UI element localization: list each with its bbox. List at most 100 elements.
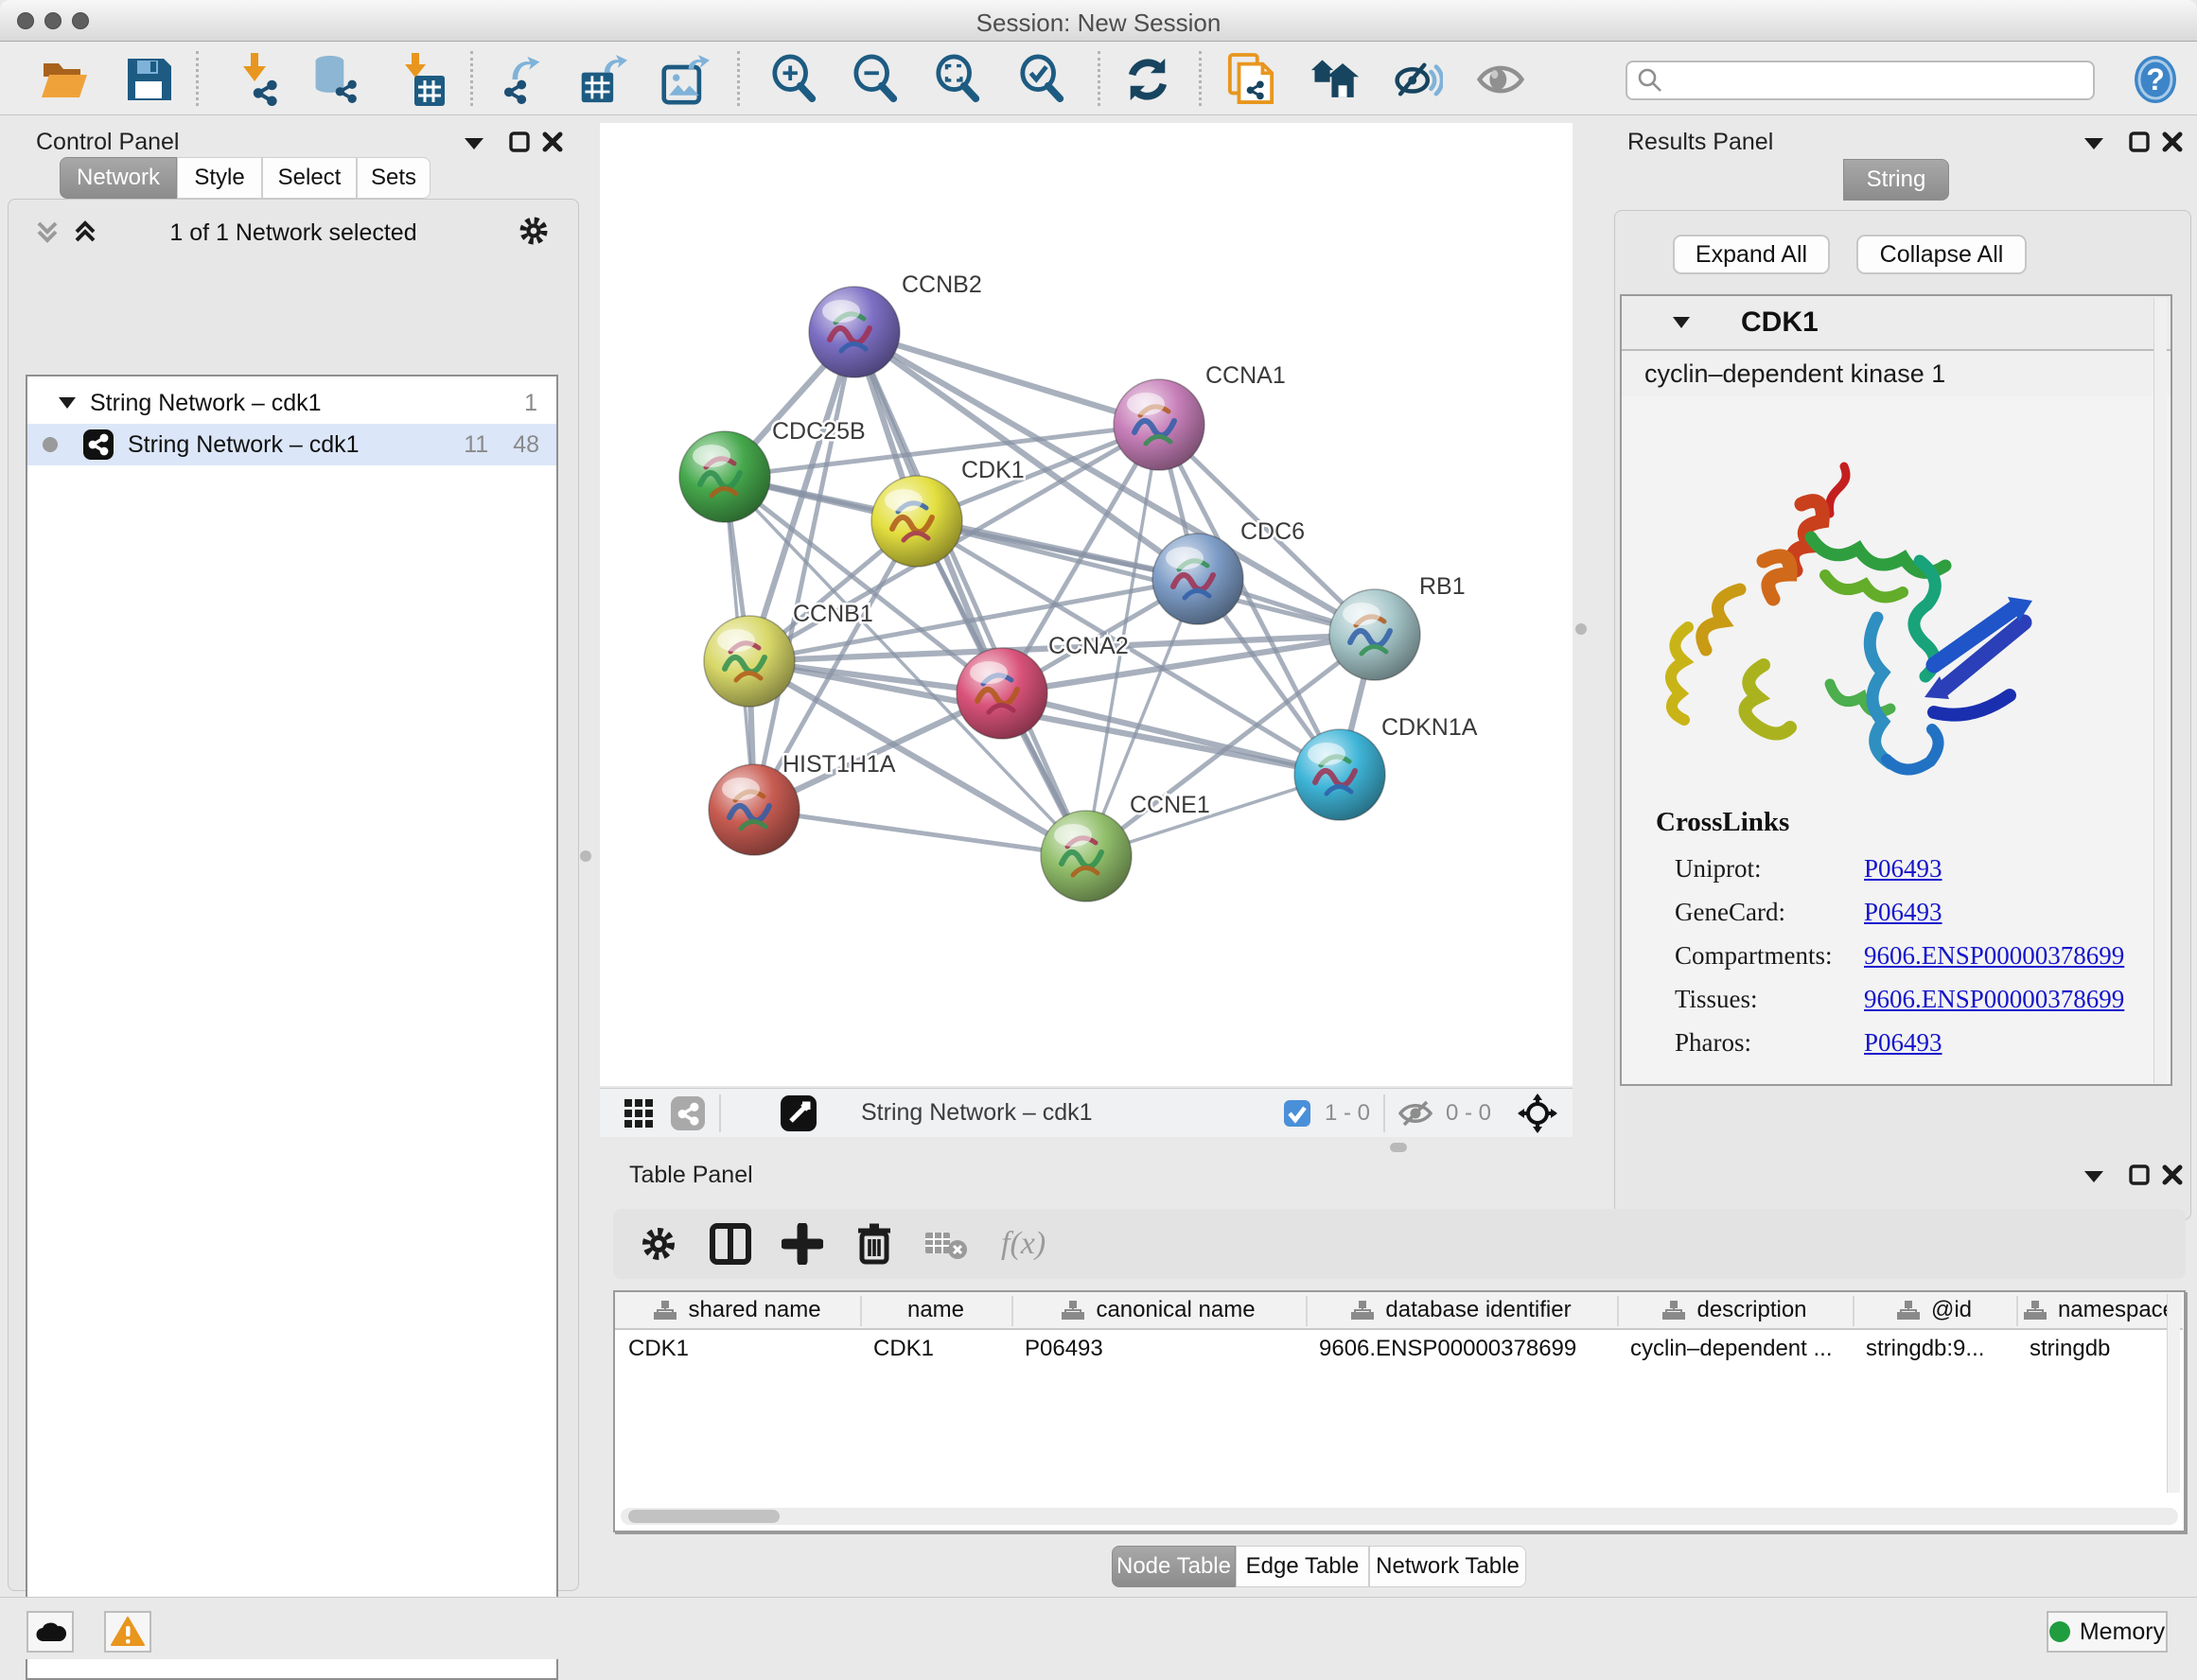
open-session-icon[interactable]	[40, 55, 89, 104]
import-network-icon[interactable]	[232, 55, 281, 104]
string-home-icon[interactable]	[1310, 55, 1360, 104]
column-separator[interactable]	[1011, 1296, 1013, 1326]
window-titlebar[interactable]: Session: New Session	[0, 0, 2197, 42]
column-header-@id[interactable]: @id	[1853, 1292, 2016, 1330]
export-image-icon[interactable]	[660, 55, 710, 104]
tab-select[interactable]: Select	[262, 157, 357, 199]
collapse-all-networks-icon[interactable]	[34, 218, 61, 246]
expand-all-button[interactable]: Expand All	[1673, 235, 1830, 274]
tab-sets[interactable]: Sets	[357, 157, 431, 199]
expand-all-networks-icon[interactable]	[72, 218, 98, 246]
birds-eye-view-icon[interactable]	[780, 1094, 817, 1132]
table-cell[interactable]: 9606.ENSP00000378699	[1306, 1330, 1617, 1368]
network-node-CCNB1[interactable]: CCNB1	[704, 601, 873, 707]
fit-content-crosshair-icon[interactable]	[1518, 1094, 1557, 1133]
memory-button[interactable]: Memory	[2047, 1611, 2168, 1653]
network-node-RB1[interactable]: RB1	[1329, 573, 1466, 680]
selected-checkbox-icon[interactable]	[1283, 1099, 1311, 1128]
column-header-database-identifier[interactable]: database identifier	[1306, 1292, 1617, 1330]
close-panel-icon[interactable]	[541, 131, 564, 153]
network-node-CCNA1[interactable]: CCNA1	[1114, 362, 1286, 470]
column-header-description[interactable]: description	[1617, 1292, 1853, 1330]
network-options-gear-icon[interactable]	[517, 214, 551, 248]
network-collection-row[interactable]: String Network – cdk1 1	[27, 382, 556, 424]
zoom-in-icon[interactable]	[770, 55, 819, 104]
network-view-share-icon[interactable]	[670, 1095, 706, 1131]
crosslink-link[interactable]: 9606.ENSP00000378699	[1864, 941, 2124, 971]
zoom-fit-icon[interactable]	[934, 55, 983, 104]
tab-edge-table[interactable]: Edge Table	[1236, 1546, 1369, 1587]
protein-card-scrollbar[interactable]	[2153, 298, 2167, 1083]
crosslink-link[interactable]: P06493	[1864, 1028, 1942, 1058]
warnings-button[interactable]	[104, 1611, 151, 1653]
float-panel-icon[interactable]	[2128, 1164, 2151, 1186]
refresh-icon[interactable]	[1123, 55, 1172, 104]
delete-table-icon[interactable]	[920, 1217, 973, 1270]
table-cell[interactable]: CDK1	[860, 1330, 1011, 1368]
tab-network[interactable]: Network	[60, 157, 177, 199]
grid-view-icon[interactable]	[623, 1097, 655, 1129]
node-table-grid[interactable]: shared namenamecanonical namedatabase id…	[613, 1290, 2186, 1532]
vertical-scrollbar[interactable]	[2167, 1294, 2180, 1493]
float-panel-icon[interactable]	[508, 131, 531, 153]
save-session-icon[interactable]	[124, 55, 173, 104]
network-node-CDC6[interactable]: CDC6	[1152, 518, 1305, 624]
column-separator[interactable]	[2016, 1296, 2018, 1326]
float-panel-icon[interactable]	[2128, 131, 2151, 153]
column-separator[interactable]	[1617, 1296, 1619, 1326]
crosslink-link[interactable]: 9606.ENSP00000378699	[1864, 985, 2124, 1014]
column-header-shared-name[interactable]: shared name	[615, 1292, 860, 1330]
string-hide-style-icon[interactable]	[1394, 55, 1443, 104]
cloud-status-button[interactable]	[26, 1611, 74, 1653]
table-cell[interactable]: P06493	[1011, 1330, 1306, 1368]
table-cell[interactable]: CDK1	[615, 1330, 860, 1368]
export-table-icon[interactable]	[578, 55, 627, 104]
show-graphics-details-icon[interactable]	[1476, 55, 1525, 104]
column-header-namespace[interactable]: namespace	[2016, 1292, 2183, 1330]
delete-column-trash-icon[interactable]	[848, 1217, 901, 1270]
tab-style[interactable]: Style	[177, 157, 262, 199]
crosslink-link[interactable]: P06493	[1864, 854, 1942, 884]
network-canvas[interactable]: CCNB2CCNA1CDC25BCDK1CDC6RB1CCNB1CCNA2CDK…	[600, 123, 1573, 1086]
string-copy-network-icon[interactable]	[1226, 55, 1275, 104]
table-cell[interactable]: stringdb:9...	[1853, 1330, 2016, 1368]
network-node-CDKN1A[interactable]: CDKN1A	[1294, 714, 1478, 820]
hidden-eye-slash-icon[interactable]	[1398, 1100, 1432, 1127]
column-header-name[interactable]: name	[860, 1292, 1011, 1330]
table-cell[interactable]: stringdb	[2016, 1330, 2183, 1368]
tab-network-table[interactable]: Network Table	[1369, 1546, 1526, 1587]
network-node-CDK1[interactable]: CDK1	[871, 457, 1025, 567]
panel-menu-icon[interactable]	[2082, 1167, 2106, 1184]
column-separator[interactable]	[1853, 1296, 1854, 1326]
zoom-selected-icon[interactable]	[1018, 55, 1067, 104]
export-network-icon[interactable]	[495, 55, 544, 104]
import-database-icon[interactable]	[310, 55, 360, 104]
bottom-split-handle[interactable]	[1390, 1143, 1407, 1152]
show-columns-icon[interactable]	[704, 1217, 757, 1270]
close-panel-icon[interactable]	[2161, 1164, 2184, 1186]
collection-expand-icon[interactable]	[58, 395, 77, 411]
network-node-HIST1H1A[interactable]: HIST1H1A	[709, 751, 896, 855]
create-column-plus-icon[interactable]	[776, 1217, 829, 1270]
network-row-selected[interactable]: String Network – cdk1 11 48	[27, 424, 556, 465]
search-input[interactable]	[1663, 67, 2070, 94]
right-split-handle[interactable]	[1575, 623, 1587, 635]
help-icon[interactable]: ?	[2131, 55, 2180, 104]
left-split-handle[interactable]	[580, 850, 591, 862]
protein-collapse-icon[interactable]	[1671, 314, 1692, 331]
tab-node-table[interactable]: Node Table	[1112, 1546, 1236, 1587]
panel-menu-icon[interactable]	[2082, 134, 2106, 151]
tab-string[interactable]: String	[1843, 159, 1949, 201]
crosslink-link[interactable]: P06493	[1864, 898, 1942, 927]
import-table-icon[interactable]	[397, 55, 447, 104]
table-cell[interactable]: cyclin–dependent ...	[1617, 1330, 1853, 1368]
panel-menu-icon[interactable]	[462, 134, 486, 151]
protein-card-header[interactable]: CDK1	[1622, 296, 2171, 351]
horizontal-scrollbar-thumb[interactable]	[628, 1510, 780, 1523]
search-box[interactable]	[1626, 61, 2095, 100]
column-separator[interactable]	[860, 1296, 862, 1326]
column-separator[interactable]	[1306, 1296, 1308, 1326]
close-panel-icon[interactable]	[2161, 131, 2184, 153]
zoom-out-icon[interactable]	[852, 55, 901, 104]
table-settings-gear-icon[interactable]	[632, 1217, 685, 1270]
